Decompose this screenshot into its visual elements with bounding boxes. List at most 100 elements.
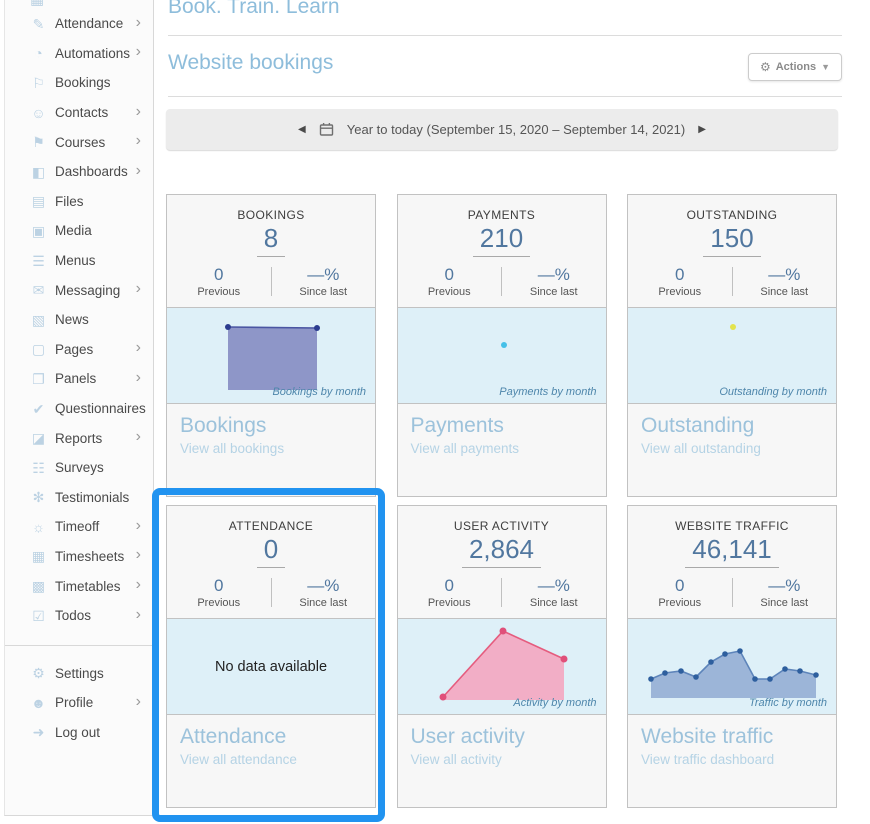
stats-row: 0 Previous —% Since last (628, 265, 836, 298)
menus-icon: ☰ (30, 254, 47, 268)
sidebar-item-dashboards[interactable]: ◧ Dashboards › (5, 157, 153, 187)
card-website-traffic: WEBSITE TRAFFIC 46,141 0 Previous —% Sin… (627, 505, 837, 808)
pages-icon: ▢ (30, 342, 47, 356)
card-stats: WEBSITE TRAFFIC 46,141 0 Previous —% Sin… (628, 506, 836, 619)
sidebar-item-label: Timetables (55, 579, 121, 594)
sidebar-item-messaging[interactable]: ✉ Messaging › (5, 275, 153, 305)
card-bookings: BOOKINGS 8 0 Previous —% Since last Book… (166, 194, 376, 497)
change-label: Since last (733, 286, 837, 298)
stat-value: 46,141 (628, 535, 836, 568)
main-content: Book. Train. Learn Website bookings ⚙ Ac… (155, 0, 870, 824)
change-stat: —% Since last (733, 265, 837, 298)
card-view-link[interactable]: View all attendance (180, 752, 362, 767)
stats-row: 0 Previous —% Since last (398, 265, 606, 298)
sidebar-menu: ✎ Attendance › ◔ Automations › ⚐ Booking… (5, 9, 153, 630)
card-view-link[interactable]: View all bookings (180, 441, 362, 456)
sidebar-item-files[interactable]: ▤ Files › (5, 187, 153, 217)
sidebar-item-label: Timesheets (55, 549, 124, 564)
card-title-link[interactable]: User activity (411, 725, 593, 749)
settings-icon: ⚙ (30, 666, 47, 680)
chevron-right-icon: › (136, 518, 141, 536)
previous-label: Previous (628, 286, 732, 298)
prev-period-button[interactable]: ◀ (298, 124, 306, 135)
sidebar-item-timetables[interactable]: ▩ Timetables › (5, 571, 153, 601)
sidebar-item-timesheets[interactable]: ▦ Timesheets › (5, 542, 153, 572)
contacts-icon: ☺ (30, 106, 47, 120)
sidebar-item-automations[interactable]: ◔ Automations › (5, 39, 153, 69)
sidebar-item-profile[interactable]: ☻ Profile › (5, 688, 153, 718)
next-period-button[interactable]: ▶ (698, 124, 706, 135)
dashboards-icon: ◧ (30, 165, 47, 179)
card-label: OUTSTANDING (628, 208, 836, 222)
stats-row: 0 Previous —% Since last (167, 265, 375, 298)
sidebar-item-pages[interactable]: ▢ Pages › (5, 335, 153, 365)
timetables-icon: ▩ (30, 579, 47, 593)
sidebar-item-label: News (55, 312, 89, 327)
page-title: Book. Train. Learn (168, 0, 340, 19)
previous-stat: 0 Previous (167, 265, 271, 298)
sidebar-item-attendance[interactable]: ✎ Attendance › (5, 9, 153, 39)
chart-caption: Traffic by month (749, 697, 827, 709)
date-range-bar[interactable]: ◀ Year to today (September 15, 2020 – Se… (166, 109, 838, 150)
chevron-right-icon: › (136, 607, 141, 625)
sidebar-item-menus[interactable]: ☰ Menus › (5, 246, 153, 276)
card-view-link[interactable]: View all outstanding (641, 441, 823, 456)
sidebar-item-todos[interactable]: ☑ Todos › (5, 601, 153, 631)
card-view-link[interactable]: View traffic dashboard (641, 752, 823, 767)
sidebar-item-surveys[interactable]: ☷ Surveys › (5, 453, 153, 483)
sidebar-item-bookings[interactable]: ⚐ Bookings › (5, 68, 153, 98)
card-view-link[interactable]: View all payments (411, 441, 593, 456)
sidebar-item-label: Questionnaires (55, 401, 146, 416)
divider (168, 96, 842, 97)
profile-icon: ☻ (30, 696, 47, 710)
chart-caption: Payments by month (499, 386, 596, 398)
card-stats: PAYMENTS 210 0 Previous —% Since last (398, 195, 606, 308)
mini-chart: Payments by month (398, 308, 606, 404)
sidebar-item-panels[interactable]: ❐ Panels › (5, 364, 153, 394)
previous-value: 0 (398, 576, 502, 596)
card-title-link[interactable]: Bookings (180, 414, 362, 438)
card-title-link[interactable]: Outstanding (641, 414, 823, 438)
sidebar-item-media[interactable]: ▣ Media › (5, 216, 153, 246)
change-label: Since last (502, 286, 606, 298)
sidebar-item-contacts[interactable]: ☺ Contacts › (5, 98, 153, 128)
previous-stat: 0 Previous (167, 576, 271, 609)
change-label: Since last (733, 597, 837, 609)
sidebar-item-questionnaires[interactable]: ✔ Questionnaires › (5, 394, 153, 424)
sidebar-item-label: Timeoff (55, 519, 99, 534)
card-stats: OUTSTANDING 150 0 Previous —% Since last (628, 195, 836, 308)
chart-caption: Activity by month (513, 697, 596, 709)
card-footer: Attendance View all attendance (167, 715, 375, 767)
actions-button[interactable]: ⚙ Actions ▼ (748, 53, 842, 81)
card-user-activity: USER ACTIVITY 2,864 0 Previous —% Since … (397, 505, 607, 808)
chevron-right-icon: › (136, 281, 141, 299)
sidebar-item-logout[interactable]: ➜ Log out › (5, 718, 153, 748)
sidebar-item-reports[interactable]: ◪ Reports › (5, 423, 153, 453)
card-view-link[interactable]: View all activity (411, 752, 593, 767)
sidebar-item-testimonials[interactable]: ✻ Testimonials › (5, 483, 153, 513)
previous-value: 0 (398, 265, 502, 285)
sidebar-item-label: Bookings (55, 75, 111, 90)
sidebar-item-settings[interactable]: ⚙ Settings › (5, 658, 153, 688)
chevron-right-icon: › (136, 429, 141, 447)
previous-label: Previous (398, 286, 502, 298)
card-title-link[interactable]: Attendance (180, 725, 362, 749)
sidebar: ▦ ✎ Attendance › ◔ Automations › ⚐ Booki… (4, 0, 154, 816)
sidebar-item-news[interactable]: ▧ News › (5, 305, 153, 335)
card-outstanding: OUTSTANDING 150 0 Previous —% Since last… (627, 194, 837, 497)
logout-icon: ➜ (30, 725, 47, 739)
chevron-right-icon: › (136, 340, 141, 358)
card-footer: Bookings View all bookings (167, 404, 375, 456)
card-footer: Website traffic View traffic dashboard (628, 715, 836, 767)
card-title-link[interactable]: Payments (411, 414, 593, 438)
sidebar-item-timeoff[interactable]: ☼ Timeoff › (5, 512, 153, 542)
sidebar-item-courses[interactable]: ⚑ Courses › (5, 127, 153, 157)
change-stat: —% Since last (733, 576, 837, 609)
card-title-link[interactable]: Website traffic (641, 725, 823, 749)
attendance-icon: ✎ (30, 17, 47, 31)
sidebar-item-label: Menus (55, 253, 96, 268)
panels-icon: ❐ (30, 372, 47, 386)
previous-stat: 0 Previous (398, 576, 502, 609)
timeoff-icon: ☼ (30, 520, 47, 534)
media-icon: ▣ (30, 224, 47, 238)
